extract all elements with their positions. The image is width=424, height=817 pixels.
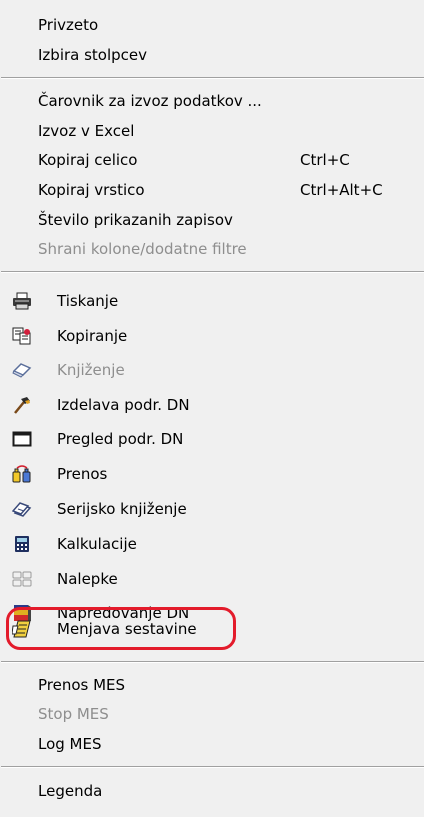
menu-item-log-mes[interactable]: Log MES [0,729,424,759]
menu-item-label: Shrani kolone/dodatne filtre [38,240,247,258]
menu-item-label: Kopiranje [57,327,128,345]
menu-item-kopiranje[interactable]: Kopiranje [0,321,424,351]
menu-item-label: Privzeto [38,16,99,34]
menu-item-nalepke[interactable]: Nalepke [0,564,424,594]
menu-item-label: Izdelava podr. DN [57,396,190,414]
menu-item-carovnik-izvoz[interactable]: Čarovnik za izvoz podatkov ... [0,86,424,116]
menu-separator [1,77,424,79]
menu-item-tiskanje[interactable]: Tiskanje [0,286,424,316]
menu-item-stop-mes: Stop MES [0,699,424,729]
menu-item-label: Kopiraj celico [38,151,138,169]
menu-item-label: Izbira stolpcev [38,46,148,64]
menu-item-kalkulacije[interactable]: Kalkulacije [0,529,424,559]
menu-item-label: Število prikazanih zapisov [38,211,233,229]
hammer-icon [12,396,32,414]
menu-item-legenda[interactable]: Legenda [0,776,424,806]
menu-item-label: Kopiraj vrstico [38,181,145,199]
menu-item-privzeto[interactable]: Privzeto [0,10,424,40]
menu-item-knjizenje: Knjiženje [0,355,424,385]
transfer-bottles-icon [12,465,32,483]
menu-item-pregled-podr-dn[interactable]: Pregled podr. DN [0,424,424,454]
menu-item-label: Prenos [57,465,108,483]
calculator-icon [12,535,32,553]
menu-item-label: Tiskanje [57,292,119,310]
menu-item-izdelava-podr-dn[interactable]: Izdelava podr. DN [0,390,424,420]
menu-separator [1,661,424,663]
context-menu: Privzeto Izbira stolpcev Čarovnik za izv… [0,0,424,817]
swap-components-icon [12,620,32,638]
menu-item-shortcut: Ctrl+Alt+C [300,181,383,199]
menu-item-izvoz-excel[interactable]: Izvoz v Excel [0,116,424,146]
menu-item-label: Čarovnik za izvoz podatkov ... [38,92,262,110]
menu-item-stevilo-zapisov[interactable]: Število prikazanih zapisov [0,205,424,235]
menu-item-label: Serijsko knjiženje [57,500,187,518]
menu-item-prenos-mes[interactable]: Prenos MES [0,670,424,700]
menu-item-label: Knjiženje [57,361,125,379]
menu-item-label: Stop MES [38,705,109,723]
menu-item-kopiraj-celico[interactable]: Kopiraj celico Ctrl+C [0,145,424,175]
menu-item-serijsko-knjizenje[interactable]: Serijsko knjiženje [0,494,424,524]
eraser-icon [12,361,32,379]
window-icon [12,430,32,448]
serial-posting-icon [12,500,32,518]
labels-icon [12,570,32,588]
menu-item-label: Legenda [38,782,103,800]
menu-item-label: Pregled podr. DN [57,430,184,448]
menu-item-label: Menjava sestavine [57,620,197,638]
menu-item-label: Prenos MES [38,676,126,694]
menu-separator [1,271,424,273]
menu-item-shrani-kolone: Shrani kolone/dodatne filtre [0,234,424,264]
copy-document-icon [12,327,32,345]
menu-item-label: Log MES [38,735,102,753]
menu-item-label: Kalkulacije [57,535,137,553]
menu-separator [1,766,424,768]
menu-item-izbira-stolpcev[interactable]: Izbira stolpcev [0,40,424,70]
menu-item-menjava-sestavine[interactable]: Menjava sestavine [0,614,424,644]
printer-icon [12,292,32,310]
menu-item-kopiraj-vrstico[interactable]: Kopiraj vrstico Ctrl+Alt+C [0,175,424,205]
menu-item-label: Izvoz v Excel [38,122,135,140]
menu-item-prenos[interactable]: Prenos [0,459,424,489]
menu-item-label: Nalepke [57,570,118,588]
menu-item-shortcut: Ctrl+C [300,151,350,169]
